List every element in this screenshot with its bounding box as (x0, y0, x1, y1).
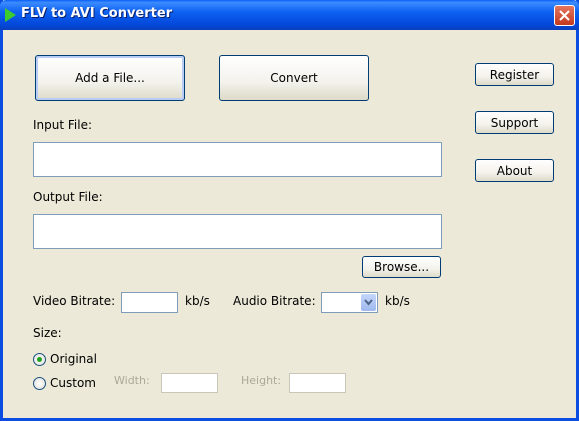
support-button[interactable]: Support (475, 111, 554, 134)
radio-selected-dot (37, 357, 42, 362)
height-field[interactable] (289, 373, 346, 393)
app-window: FLV to AVI Converter Add a File... Conve… (0, 0, 579, 421)
convert-button[interactable]: Convert (219, 55, 369, 101)
close-icon (559, 10, 570, 21)
audio-bitrate-unit: kb/s (385, 294, 410, 308)
width-field[interactable] (161, 373, 218, 393)
add-file-button[interactable]: Add a File... (35, 55, 185, 101)
dropdown-arrow[interactable] (361, 294, 376, 311)
about-button[interactable]: About (475, 159, 554, 182)
register-button[interactable]: Register (475, 63, 554, 86)
original-radio[interactable] (33, 353, 46, 366)
original-radio-label[interactable]: Original (50, 352, 97, 366)
video-bitrate-unit: kb/s (185, 294, 210, 308)
chevron-down-icon (364, 299, 373, 306)
output-file-label: Output File: (33, 190, 103, 204)
input-file-field[interactable] (33, 142, 442, 177)
size-label: Size: (33, 326, 62, 340)
video-bitrate-label: Video Bitrate: (33, 294, 116, 308)
custom-radio[interactable] (33, 377, 46, 390)
video-bitrate-field[interactable] (121, 292, 178, 313)
width-label: Width: (114, 374, 150, 387)
audio-bitrate-label: Audio Bitrate: (233, 294, 316, 308)
window-title: FLV to AVI Converter (21, 6, 173, 21)
height-label: Height: (241, 374, 282, 387)
output-file-field[interactable] (33, 214, 442, 249)
input-file-label: Input File: (33, 118, 93, 132)
close-button[interactable] (554, 5, 575, 26)
audio-bitrate-select[interactable] (321, 292, 378, 313)
play-icon (5, 8, 16, 22)
custom-radio-label[interactable]: Custom (50, 376, 96, 390)
title-bar[interactable]: FLV to AVI Converter (0, 0, 579, 30)
browse-button[interactable]: Browse... (362, 256, 441, 278)
